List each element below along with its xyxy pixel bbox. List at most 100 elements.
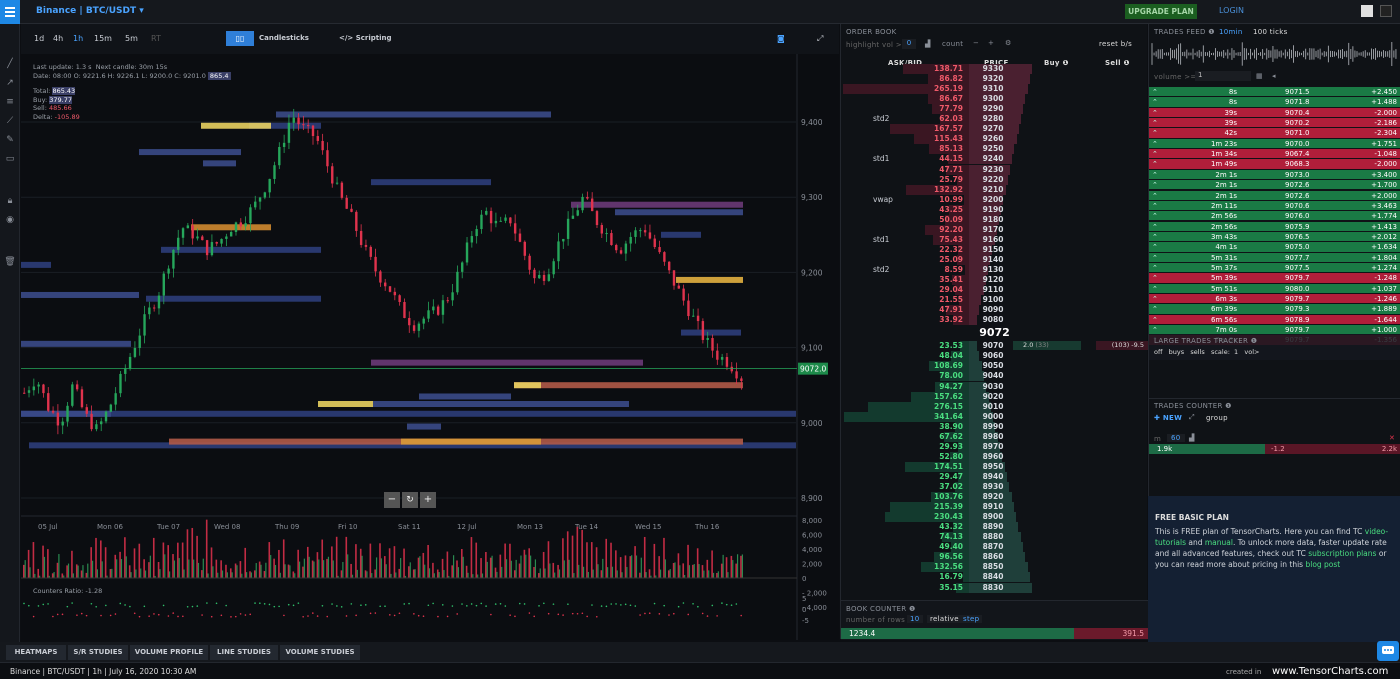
bid-row[interactable]: 78.00 9040 [841,371,1148,382]
menu-icon[interactable] [0,0,20,24]
ask-row[interactable]: 115.43 9260 [841,134,1148,145]
ask-row[interactable]: 138.71 9330 [841,64,1148,74]
ask-row[interactable]: 22.32 9150 [841,244,1148,255]
bid-row[interactable]: 16.79 8840 [841,572,1148,583]
bid-row[interactable]: 108.69 9050 [841,361,1148,372]
fib-tool-icon[interactable]: ≡ [4,96,16,108]
bid-row[interactable]: 132.56 8850 [841,562,1148,573]
fullscreen-icon[interactable]: ⤢ [817,34,823,44]
pair-selector[interactable]: Binance | BTC/USDT ▾ [36,6,144,16]
scripting-button[interactable]: </> Scripting [339,34,392,42]
lt-sells[interactable]: sells [1190,348,1204,356]
ask-row[interactable]: 47.91 9090 [841,305,1148,316]
reset-bs-button[interactable]: reset b/s [1099,40,1132,48]
ask-row[interactable]: 43.25 9190 [841,204,1148,215]
eye-icon[interactable]: ◉ [4,214,16,226]
expand-icon[interactable]: ⤢ [1189,413,1195,422]
tab-line-studies[interactable]: LINE STUDIES [210,645,278,660]
chart-icon[interactable]: ▟ [925,40,931,48]
ask-row[interactable]: 86.67 9300 [841,94,1148,105]
bid-row[interactable]: 37.02 8930 [841,482,1148,492]
ask-row[interactable]: 167.57 9270 [841,124,1148,135]
ask-row[interactable]: 29.04 9110 [841,285,1148,296]
zoom-in-button[interactable]: + [420,492,436,508]
collapse-icon[interactable]: ◂ [1272,72,1276,80]
count-toggle[interactable]: count [942,40,963,48]
manual-link[interactable]: manual [1205,538,1233,547]
step-toggle[interactable]: step [960,615,983,623]
subscription-plans-link[interactable]: subscription plans [1308,549,1376,558]
line-tool-icon[interactable]: ╱ [4,58,16,70]
bid-row[interactable]: 29.47 8940 [841,471,1148,482]
tf-1h[interactable]: 1h [73,34,83,43]
blog-post-link[interactable]: blog post [1305,560,1340,569]
ask-row[interactable]: 77.79 9290 [841,104,1148,115]
ask-row[interactable]: 25.09 9140 [841,254,1148,265]
candle-type-icon[interactable]: ▯▯ [226,31,254,46]
calendar-icon[interactable]: ▦ [1256,72,1263,80]
settings-icon[interactable]: ⚙ [1005,39,1012,47]
bid-row[interactable]: 35.15 8830 [841,582,1148,593]
lock-icon[interactable]: 🔒︎ [4,195,16,207]
tf-5m[interactable]: 5m [125,34,138,43]
bid-row[interactable]: 215.39 8910 [841,502,1148,513]
login-link[interactable]: LOGIN [1219,6,1244,15]
lt-off[interactable]: off [1154,348,1162,356]
reset-zoom-button[interactable]: ↻ [402,492,418,508]
ask-row[interactable]: 33.92 9080 [841,315,1148,326]
lt-buys[interactable]: buys [1169,348,1184,356]
bid-row[interactable]: 43.32 8890 [841,522,1148,533]
chat-icon[interactable] [1377,641,1399,661]
bid-row[interactable]: 49.40 8870 [841,542,1148,553]
bid-row[interactable]: 230.43 8900 [841,512,1148,523]
light-theme-toggle[interactable] [1361,5,1373,17]
tf-4h[interactable]: 4h [53,34,63,43]
bid-row[interactable]: 67.62 8980 [841,431,1148,442]
lt-scale-value[interactable]: 1 [1234,348,1238,356]
tf-1d[interactable]: 1d [34,34,44,43]
chart-mini-icon[interactable]: ▟ [1189,434,1195,442]
chart-type-label[interactable]: Candlesticks [259,34,309,42]
upgrade-plan-button[interactable]: UPGRADE PLAN [1125,4,1197,19]
lt-vol[interactable]: vol> [1244,348,1259,356]
dark-theme-toggle[interactable] [1380,5,1392,17]
ask-row[interactable]: 86.82 9320 [841,74,1148,85]
tf-10min[interactable]: 10min [1219,28,1243,36]
close-icon[interactable]: ✕ [1389,434,1395,442]
bid-row[interactable]: 94.27 9030 [841,381,1148,392]
plus-icon[interactable]: + [988,39,994,47]
trend-tool-icon[interactable]: ⟋ [4,115,16,127]
ray-tool-icon[interactable]: ↗ [4,77,16,89]
bid-row[interactable]: 38.90 8990 [841,421,1148,432]
bid-row[interactable]: 96.56 8860 [841,552,1148,563]
ask-row[interactable]: 50.09 9180 [841,214,1148,225]
relative-toggle[interactable]: relative [927,615,962,623]
ask-row[interactable]: 92.20 9170 [841,224,1148,235]
ask-row[interactable]: 47.71 9230 [841,164,1148,175]
tf-rt[interactable]: RT [151,34,161,43]
ruler-tool-icon[interactable]: ▭ [4,153,16,165]
new-counter-button[interactable]: ✚ NEW [1154,414,1182,422]
bid-row[interactable]: 174.51 8950 [841,461,1148,472]
bid-row[interactable]: 341.64 9000 [841,411,1148,422]
minus-icon[interactable]: − [973,39,979,47]
trash-icon[interactable]: 🗑︎ [4,256,16,268]
tab-heatmaps[interactable]: HEATMAPS [6,645,66,660]
bid-row[interactable]: 157.62 9020 [841,391,1148,402]
ask-row[interactable]: 35.41 9120 [841,275,1148,286]
tab-volume-profile[interactable]: VOLUME PROFILE [130,645,208,660]
bid-row[interactable]: 29.93 8970 [841,441,1148,452]
highlight-input[interactable]: 0 [902,39,916,49]
bid-row[interactable]: 103.76 8920 [841,492,1148,503]
bid-row[interactable]: 74.13 8880 [841,532,1148,543]
ask-row[interactable]: 132.92 9210 [841,184,1148,195]
volume-input[interactable]: 1 [1195,71,1251,81]
bid-row[interactable]: 48.04 9060 [841,351,1148,362]
tab-volume-studies[interactable]: VOLUME STUDIES [280,645,360,660]
bid-row[interactable]: 276.15 9010 [841,401,1148,412]
bid-row[interactable]: 52.80 8960 [841,451,1148,462]
brush-tool-icon[interactable]: ✎ [4,134,16,146]
ask-row[interactable]: 21.55 9100 [841,295,1148,306]
ask-row[interactable]: 85.13 9250 [841,144,1148,155]
zoom-out-button[interactable]: − [384,492,400,508]
